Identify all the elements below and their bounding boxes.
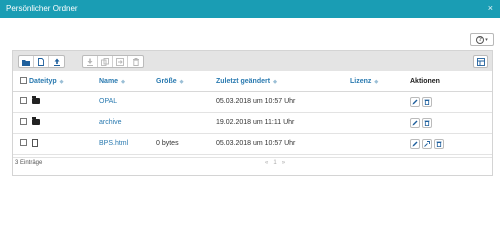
license-cell: [350, 112, 410, 134]
column-header-type[interactable]: Dateityp ◆: [29, 73, 99, 92]
pencil-icon: [412, 99, 418, 104]
column-header-size[interactable]: Größe ◆: [156, 73, 216, 92]
entry-count: 3 Einträge: [15, 160, 43, 166]
delete-button[interactable]: [128, 56, 143, 67]
edit-button[interactable]: [410, 138, 420, 149]
move-button[interactable]: [113, 56, 128, 67]
pagination: « 1 »: [265, 160, 285, 166]
row-select-cell: [13, 133, 29, 155]
pencil-icon: [412, 141, 418, 146]
folder-icon: [32, 95, 40, 104]
next-page-button[interactable]: »: [282, 160, 285, 166]
row-checkbox[interactable]: [20, 97, 27, 104]
help-button[interactable]: ? ▾: [470, 33, 494, 46]
column-header-license[interactable]: Lizenz ◆: [350, 73, 410, 92]
row-delete-button[interactable]: [422, 96, 432, 107]
chevron-down-icon: ▾: [485, 36, 488, 43]
edit-button[interactable]: [410, 96, 420, 107]
name-cell: archive: [99, 112, 156, 134]
size-cell: [156, 112, 216, 134]
file-name-link[interactable]: OPAL: [99, 98, 117, 105]
trash-icon: [436, 141, 442, 147]
row-select-cell: [13, 112, 29, 134]
move-icon: [116, 57, 124, 66]
upload-icon: [53, 58, 60, 66]
actions-cell: [410, 133, 492, 155]
table-header-row: Dateityp ◆ Name ◆ Größe ◆ Zuletzt geändert ◆…: [13, 73, 492, 92]
type-cell: [29, 91, 99, 113]
modified-cell: 05.03.2018 um 10:57 Uhr: [216, 91, 350, 113]
type-cell: [29, 133, 99, 155]
create-button-group: [18, 55, 65, 68]
size-cell: [156, 91, 216, 113]
prev-page-button[interactable]: «: [265, 160, 268, 166]
question-circle-icon: ?: [476, 35, 485, 44]
trash-icon: [424, 120, 430, 126]
license-cell: [350, 133, 410, 155]
sort-icon: ◆: [59, 79, 64, 86]
row-select-cell: [13, 91, 29, 113]
file-new-icon: [38, 57, 44, 66]
column-header-actions: Aktionen: [410, 73, 492, 92]
folder-new-icon: [22, 59, 30, 66]
actions-cell: [410, 91, 492, 113]
page-number[interactable]: 1: [273, 160, 276, 166]
editor-icon: [424, 140, 430, 147]
name-cell: OPAL: [99, 91, 156, 113]
row-checkbox[interactable]: [20, 139, 27, 146]
size-cell: 0 bytes: [156, 133, 216, 155]
upload-button[interactable]: [49, 56, 64, 67]
table-row: archive 19.02.2018 um 11:11 Uhr: [13, 112, 492, 134]
sort-icon: ◆: [374, 79, 379, 86]
download-icon: [87, 58, 93, 66]
select-all-checkbox[interactable]: [20, 77, 27, 85]
modified-cell: 19.02.2018 um 11:11 Uhr: [216, 112, 350, 134]
title-bar: Persönlicher Ordner ×: [0, 0, 500, 18]
column-header-modified[interactable]: Zuletzt geändert ◆: [216, 73, 350, 92]
column-header-name[interactable]: Name ◆: [99, 73, 156, 92]
row-checkbox[interactable]: [20, 118, 27, 125]
file-table: Dateityp ◆ Name ◆ Größe ◆ Zuletzt geändert ◆…: [13, 73, 492, 155]
row-delete-button[interactable]: [422, 117, 432, 128]
close-icon[interactable]: ×: [488, 3, 493, 13]
table-row: BPS.html 0 bytes 05.03.2018 um 10:57 Uhr: [13, 133, 492, 155]
file-browser-panel: Dateityp ◆ Name ◆ Größe ◆ Zuletzt geändert ◆…: [12, 50, 493, 176]
copy-icon: [101, 57, 109, 66]
modified-cell: 05.03.2018 um 10:57 Uhr: [216, 133, 350, 155]
new-file-button[interactable]: [34, 56, 49, 67]
sort-icon: ◆: [273, 79, 277, 86]
actions-cell: [410, 112, 492, 134]
name-cell: BPS.html: [99, 133, 156, 155]
download-button[interactable]: [83, 56, 98, 67]
window-title: Persönlicher Ordner: [6, 4, 78, 13]
table-settings-button[interactable]: [473, 55, 488, 68]
select-all-cell: [13, 73, 29, 92]
pencil-icon: [412, 120, 418, 125]
file-name-link[interactable]: archive: [99, 119, 122, 126]
edit-button-group: [82, 55, 144, 68]
toolbar: [13, 51, 492, 71]
folder-icon: [32, 116, 40, 125]
file-name-link[interactable]: BPS.html: [99, 140, 128, 147]
footer-divider: [13, 157, 492, 158]
copy-button[interactable]: [98, 56, 113, 67]
open-editor-button[interactable]: [422, 138, 432, 149]
edit-button[interactable]: [410, 117, 420, 128]
sort-icon: ◆: [121, 79, 125, 86]
new-folder-button[interactable]: [19, 56, 34, 67]
sort-icon: ◆: [179, 79, 184, 86]
table-row: OPAL 05.03.2018 um 10:57 Uhr: [13, 91, 492, 113]
row-delete-button[interactable]: [434, 138, 444, 149]
settings-table-icon: [476, 57, 485, 66]
license-cell: [350, 91, 410, 113]
type-cell: [29, 112, 99, 134]
html-file-icon: [32, 138, 38, 147]
delete-icon: [132, 57, 139, 66]
trash-icon: [424, 99, 430, 105]
